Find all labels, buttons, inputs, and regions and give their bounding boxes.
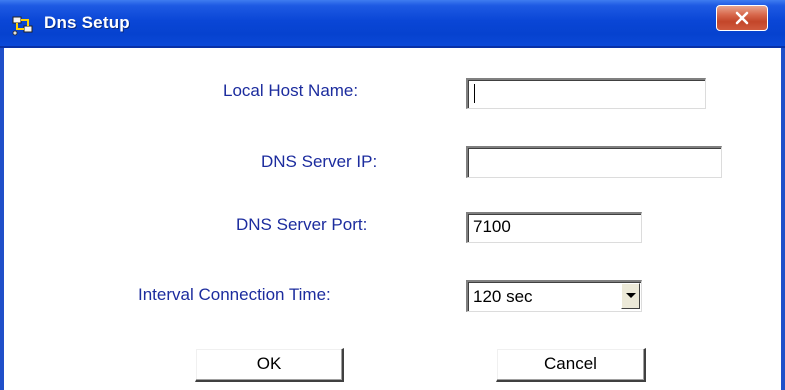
dns-server-port-value: 7100 <box>473 217 511 236</box>
dns-server-ip-field[interactable] <box>466 146 722 178</box>
dropdown-button[interactable] <box>621 283 640 309</box>
chevron-down-icon <box>626 293 636 298</box>
window-title: Dns Setup <box>44 13 130 32</box>
local-host-name-label: Local Host Name: <box>223 81 359 100</box>
dns-server-ip-label: DNS Server IP: <box>261 152 378 171</box>
dns-server-port-field[interactable]: 7100 <box>466 212 642 243</box>
cancel-button[interactable]: Cancel <box>496 348 646 382</box>
dns-server-port-label: DNS Server Port: <box>236 215 368 234</box>
ok-button[interactable]: OK <box>195 348 344 382</box>
close-icon <box>735 11 749 25</box>
dns-setup-window: Dns Setup Local Host Name: DNS Server IP… <box>0 0 785 390</box>
title-bar[interactable]: Dns Setup <box>0 0 785 48</box>
local-host-name-field[interactable] <box>466 78 706 109</box>
interval-connection-time-label: Interval Connection Time: <box>138 285 331 304</box>
interval-connection-time-value: 120 sec <box>473 287 533 306</box>
text-caret <box>474 84 475 103</box>
close-button[interactable] <box>716 5 768 31</box>
network-setup-icon <box>12 14 34 36</box>
interval-connection-time-select[interactable]: 120 sec <box>466 280 642 312</box>
